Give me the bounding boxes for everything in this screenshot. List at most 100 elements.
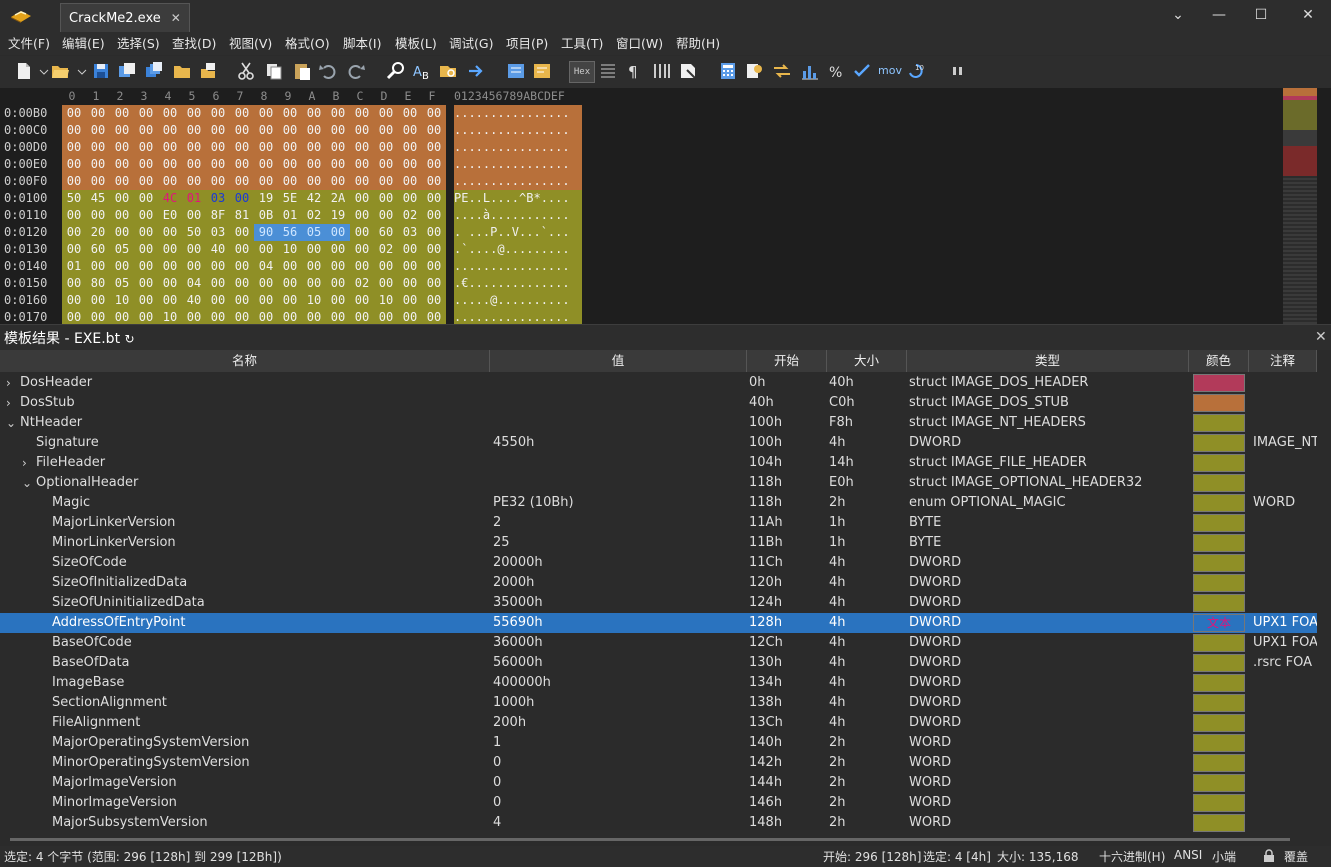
refresh-icon[interactable]: ↻ [125,332,135,346]
hex-editor[interactable]: 0 1 2 3 4 5 6 7 8 9 A B C D E F 0123456789ABCDEF 0:00B0 0… [0,88,1331,324]
hex-byte[interactable]: 00 [422,275,446,292]
field-value[interactable]: 400000h [493,673,743,693]
hex-byte[interactable]: 04 [182,275,206,292]
hex-byte[interactable]: 00 [62,173,86,190]
hex-byte[interactable]: 00 [182,258,206,275]
hex-byte[interactable]: 00 [230,275,254,292]
hex-byte[interactable]: 00 [134,292,158,309]
hex-byte[interactable]: 00 [134,105,158,122]
menu-window[interactable]: 窗口(W) [616,33,663,55]
expand-chevron-icon[interactable]: › [22,453,36,473]
template-row[interactable]: SizeOfInitializedData 2000h 120h 4h DWORD [0,573,1317,593]
ascii-text[interactable]: PE..L....^B*.... [454,190,582,207]
template-row[interactable]: › DosHeader 0h 40h struct IMAGE_DOS_HEADER [0,373,1317,393]
horizontal-scroll-thumb[interactable] [10,838,1290,841]
hex-byte[interactable]: 00 [302,309,326,324]
hex-byte[interactable]: 56 [278,224,302,241]
hex-byte[interactable]: 00 [398,275,422,292]
template-row[interactable]: MinorLinkerVersion 25 11Bh 1h BYTE [0,533,1317,553]
hex-byte[interactable]: 00 [326,275,350,292]
color-swatch[interactable] [1193,414,1245,432]
color-swatch[interactable] [1193,534,1245,552]
hex-byte[interactable]: 00 [134,309,158,324]
field-value[interactable]: 2000h [493,573,743,593]
hex-byte[interactable]: 01 [62,258,86,275]
field-value[interactable]: 56000h [493,653,743,673]
field-value[interactable]: 4550h [493,433,743,453]
hex-byte[interactable]: 00 [182,105,206,122]
hex-byte[interactable]: 00 [158,122,182,139]
hex-byte[interactable]: 00 [62,105,86,122]
hex-byte[interactable]: 10 [302,292,326,309]
template-vertical-scrollbar[interactable] [1317,350,1331,835]
menu-view[interactable]: 视图(V) [229,33,272,55]
hex-byte[interactable]: 5E [278,190,302,207]
hex-byte[interactable]: 00 [278,275,302,292]
hex-byte[interactable]: 00 [254,275,278,292]
hex-byte[interactable]: 00 [350,156,374,173]
pause-icon[interactable] [948,61,968,81]
hex-byte[interactable]: 00 [206,139,230,156]
minimize-button[interactable]: — [1196,0,1242,30]
field-value[interactable]: 25 [493,533,743,553]
columns-icon[interactable] [652,61,672,81]
hex-byte[interactable]: 20 [86,224,110,241]
color-swatch[interactable] [1193,634,1245,652]
hex-byte[interactable]: 00 [254,105,278,122]
hex-byte[interactable]: 10 [110,292,134,309]
hex-byte[interactable]: 00 [326,156,350,173]
hex-byte[interactable]: 02 [374,241,398,258]
column-comment[interactable]: 注释 [1249,350,1317,372]
hex-byte[interactable]: 00 [302,139,326,156]
hex-byte[interactable]: 42 [302,190,326,207]
template-row[interactable]: MajorImageVersion 0 144h 2h WORD [0,773,1317,793]
field-value[interactable]: 4 [493,813,743,833]
find-in-files-icon[interactable] [438,61,458,81]
collapse-chevron-icon[interactable]: ⌄ [22,473,36,493]
histogram-icon[interactable] [800,61,820,81]
field-value[interactable]: 1000h [493,693,743,713]
field-value[interactable]: 35000h [493,593,743,613]
ascii-text[interactable]: ................ [454,156,582,173]
hex-byte[interactable]: 00 [206,292,230,309]
hex-byte[interactable]: 00 [254,241,278,258]
percent-icon[interactable]: % [826,61,846,81]
hex-byte[interactable]: 00 [110,173,134,190]
hex-overview-scrollbar[interactable] [1283,88,1317,324]
ascii-text[interactable]: ................ [454,309,582,324]
color-swatch[interactable] [1193,774,1245,792]
hex-byte[interactable]: 50 [182,224,206,241]
color-swatch[interactable] [1193,514,1245,532]
hex-byte[interactable]: 00 [158,275,182,292]
ascii-text[interactable]: .€.............. [454,275,582,292]
color-swatch[interactable] [1193,454,1245,472]
menu-edit[interactable]: 编辑(E) [62,33,105,55]
save-icon[interactable] [91,61,111,81]
hex-byte[interactable]: 00 [398,139,422,156]
redo-icon[interactable] [346,61,366,81]
hex-byte[interactable]: 00 [398,309,422,324]
template-row[interactable]: BaseOfData 56000h 130h 4h DWORD .rsrc FOA [0,653,1317,673]
hex-byte[interactable]: 00 [86,105,110,122]
hex-byte[interactable]: 00 [110,139,134,156]
field-value[interactable]: 0 [493,753,743,773]
lock-icon[interactable] [1262,849,1276,866]
hex-byte[interactable]: 00 [326,224,350,241]
collapse-chevron-icon[interactable]: ⌄ [6,413,20,433]
hex-byte[interactable]: 00 [182,241,206,258]
hex-byte[interactable]: 90 [254,224,278,241]
hex-byte[interactable]: 00 [206,156,230,173]
template-row[interactable]: MajorSubsystemVersion 4 148h 2h WORD [0,813,1317,833]
dropdown-icon[interactable] [72,61,87,81]
template-row[interactable]: MinorImageVersion 0 146h 2h WORD [0,793,1317,813]
dropdown-icon[interactable] [34,61,49,81]
template-row[interactable]: SizeOfUninitializedData 35000h 124h 4h DWORD [0,593,1317,613]
color-swatch[interactable] [1193,814,1245,832]
hex-byte[interactable]: 03 [206,224,230,241]
hex-byte[interactable]: 80 [86,275,110,292]
hex-byte[interactable]: 00 [350,122,374,139]
hex-byte[interactable]: 00 [86,292,110,309]
template-row[interactable]: Magic PE32 (10Bh) 118h 2h enum OPTIONAL_MAGI… [0,493,1317,513]
hex-byte[interactable]: 00 [86,156,110,173]
hex-byte[interactable]: 00 [398,190,422,207]
